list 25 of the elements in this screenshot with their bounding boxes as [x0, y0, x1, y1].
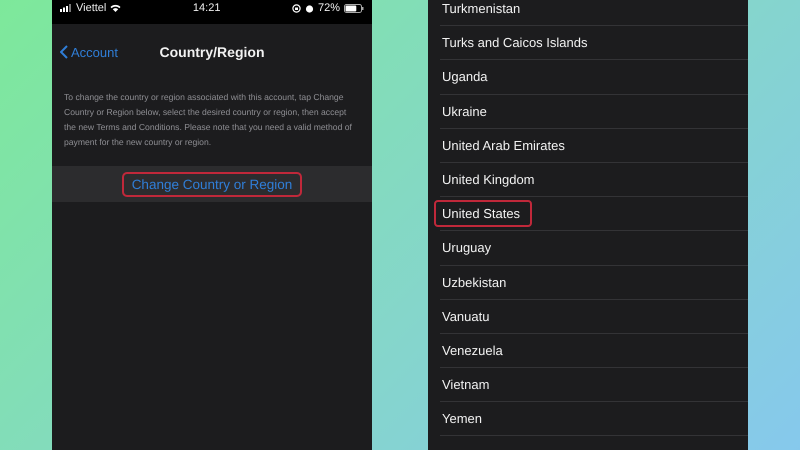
country-item[interactable]: Yemen	[440, 405, 494, 432]
country-item[interactable]: Vanuatu	[440, 302, 502, 330]
country-item[interactable]: Uzbekistan	[440, 268, 518, 296]
wifi-icon	[110, 4, 122, 12]
country-item[interactable]: United Arab Emirates	[440, 132, 577, 159]
description-text: To change the country or region associated with this account, tap Change Country or Region below, select the desired country or region, then accept the new Terms and Conditions. Please note that you need a valid method of payment for the new country or region.	[64, 91, 353, 149]
back-button[interactable]: Account	[60, 44, 118, 60]
country-item[interactable]: Turks and Caicos Islands	[440, 29, 600, 56]
country-item[interactable]: Uganda	[440, 63, 500, 90]
lock-rotation-icon	[292, 4, 301, 12]
country-item[interactable]: Turkmenistan	[440, 0, 532, 22]
chevron-left-icon	[60, 45, 68, 59]
country-item[interactable]: Vietnam	[440, 371, 502, 398]
country-item[interactable]: United Kingdom	[440, 166, 546, 194]
carrier-name: Viettel	[76, 2, 106, 14]
country-item[interactable]: United States	[434, 200, 532, 228]
back-label[interactable]: Account	[71, 44, 118, 60]
signal-icon	[60, 4, 72, 12]
country-item[interactable]: Venezuela	[440, 336, 515, 364]
battery-percent: 72%	[318, 2, 340, 14]
battery-icon	[344, 4, 364, 12]
clock: 14:21	[192, 2, 220, 14]
page-title: Country/Region	[160, 44, 264, 60]
country-item[interactable]: Ukraine	[440, 98, 499, 125]
country-item[interactable]: Uruguay	[440, 234, 504, 262]
